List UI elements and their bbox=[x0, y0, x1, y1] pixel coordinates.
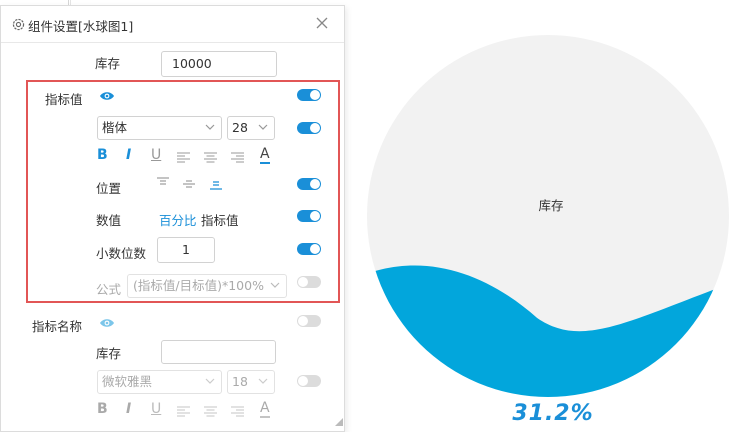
name-font-toggle[interactable] bbox=[297, 375, 321, 387]
name-font-color-button[interactable]: A bbox=[260, 401, 270, 418]
name-align-left-icon[interactable] bbox=[177, 406, 190, 417]
name-underline-button[interactable]: U bbox=[151, 401, 161, 417]
chevron-down-icon bbox=[205, 378, 215, 384]
panel-title: 组件设置[水球图1] bbox=[28, 19, 134, 34]
resize-handle-icon[interactable] bbox=[335, 418, 343, 426]
indicator-name-toggle[interactable] bbox=[297, 315, 321, 327]
name-bold-button[interactable]: B bbox=[97, 401, 108, 417]
name-italic-button[interactable]: I bbox=[126, 401, 131, 417]
stock-label: 库存 bbox=[95, 56, 121, 71]
name-align-right-icon[interactable] bbox=[231, 406, 244, 417]
gear-icon bbox=[12, 18, 25, 31]
name-font-select[interactable]: 微软雅黑 bbox=[97, 370, 222, 394]
panel-header: 组件设置[水球图1] bbox=[1, 6, 344, 43]
stock-input[interactable]: 10000 bbox=[161, 51, 277, 77]
indicator-name-text-label: 库存 bbox=[96, 346, 122, 361]
highlight-box bbox=[26, 80, 340, 303]
liquid-fill-chart: 库存 bbox=[367, 35, 729, 397]
indicator-name-label: 指标名称 bbox=[32, 319, 83, 334]
indicator-name-input[interactable] bbox=[161, 340, 276, 364]
chevron-down-icon bbox=[258, 378, 268, 384]
name-font-value: 微软雅黑 bbox=[102, 374, 153, 389]
close-icon[interactable] bbox=[314, 15, 330, 31]
name-size-select[interactable]: 18 bbox=[227, 370, 275, 394]
name-size-value: 18 bbox=[232, 374, 248, 389]
name-align-center-icon[interactable] bbox=[204, 406, 217, 417]
chart-indicator-name: 库存 bbox=[538, 198, 563, 213]
chart-percent-value: 31.2% bbox=[512, 401, 594, 426]
eye-icon[interactable] bbox=[99, 317, 115, 329]
